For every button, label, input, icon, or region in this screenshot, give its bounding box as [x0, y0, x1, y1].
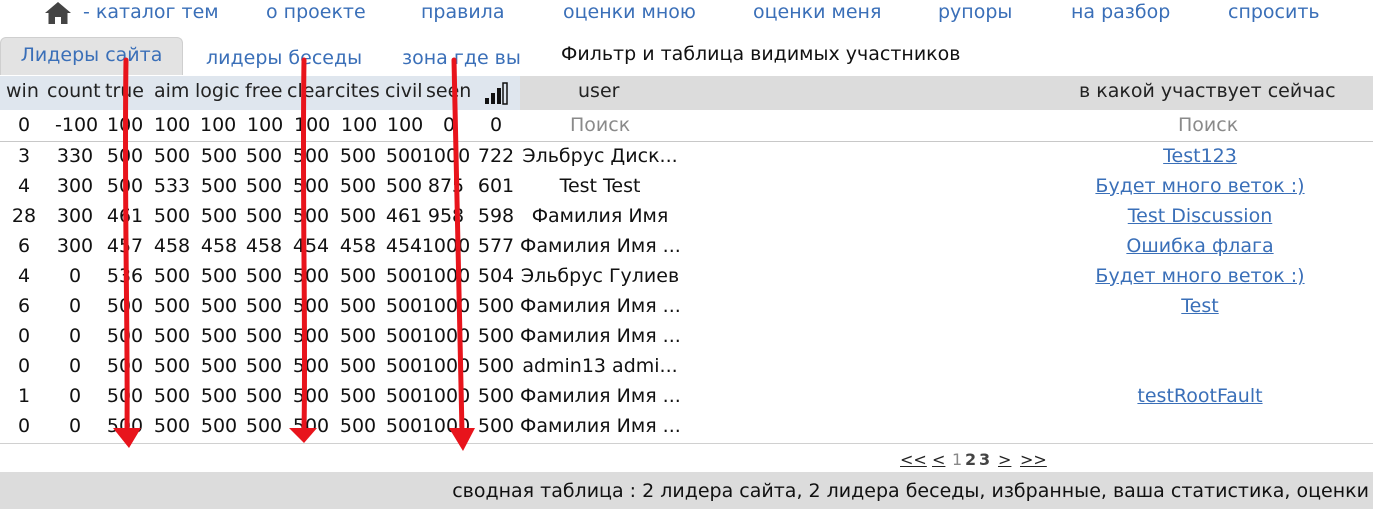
discussion-link[interactable]: testRootFault	[1000, 385, 1373, 407]
cell-: 500	[477, 325, 515, 347]
cell-: 722	[477, 145, 515, 167]
search-user-input[interactable]: Поиск	[570, 114, 630, 136]
nav-rules[interactable]: правила	[421, 0, 504, 26]
discussion-link[interactable]: Будет много веток :)	[1000, 175, 1373, 197]
tab-discussion-leaders[interactable]: лидеры беседы	[206, 41, 362, 79]
table-row: 0 0 500 500 500 500 500 500 500 1000 500 Фамилия Им…	[0, 412, 1373, 442]
user-name[interactable]: Фамилия Имя ...	[520, 385, 681, 407]
col-civil[interactable]: civil	[385, 80, 423, 102]
pager-next[interactable]: >	[998, 450, 1011, 469]
pager-last[interactable]: >>	[1020, 450, 1047, 469]
col-win[interactable]: win	[6, 80, 39, 102]
cell-: 500	[477, 385, 515, 407]
discussion-link[interactable]: Ошибка флага	[1000, 235, 1373, 257]
table-row: 0 0 500 500 500 500 500 500 500 1000 500 Фамилия Им…	[0, 322, 1373, 352]
table-header: win count true aim logic free clear cite…	[0, 76, 1373, 110]
filter-win[interactable]: 0	[18, 114, 30, 136]
user-name[interactable]: Фамилия Имя ...	[520, 325, 681, 347]
filter-aim[interactable]: 100	[154, 114, 190, 136]
user-name[interactable]: Фамилия Имя ...	[520, 235, 681, 257]
discussion-link[interactable]: Test	[1000, 295, 1373, 317]
col-count[interactable]: count	[47, 80, 101, 102]
pager: << < 1 2 3 > >>	[0, 450, 1373, 472]
user-name[interactable]: admin13 admi...	[520, 355, 680, 377]
filter-rating[interactable]: 0	[490, 114, 502, 136]
footer-summary: сводная таблица : 2 лидера сайта, 2 лиде…	[452, 480, 1369, 502]
col-logic[interactable]: logic	[195, 80, 240, 102]
tab-site-leaders[interactable]: Лидеры сайта	[0, 37, 183, 75]
user-name[interactable]: Эльбрус Диск...	[520, 145, 680, 167]
cell-: 598	[477, 205, 515, 227]
filter-seen[interactable]: 0	[443, 114, 455, 136]
user-name[interactable]: Фамилия Имя ...	[520, 295, 681, 317]
filter-clear[interactable]: 100	[294, 114, 330, 136]
filter-row: 0 -100 100 100 100 100 100 100 100 0 0 П…	[0, 110, 1373, 142]
panel-title: Фильтр и таблица видимых участников	[561, 43, 961, 65]
filter-civil[interactable]: 100	[387, 114, 423, 136]
cell-: 504	[477, 265, 515, 287]
search-discussion-input[interactable]: Поиск	[1178, 114, 1238, 136]
table-row: 28 300 461 500 500 500 500 500 461 958 598 Фамилия …	[0, 202, 1373, 232]
user-name[interactable]: Фамилия Имя ...	[520, 415, 681, 437]
table-row: 3 330 500 500 500 500 500 500 500 1000 722 Эльбрус …	[0, 142, 1373, 172]
col-seen[interactable]: seen	[426, 80, 471, 102]
table-row: 1 0 500 500 500 500 500 500 500 1000 500 Фамилия Им…	[0, 382, 1373, 412]
col-true[interactable]: true	[105, 80, 144, 102]
nav-about[interactable]: о проекте	[266, 0, 366, 26]
nav-my-ratings[interactable]: оценки мною	[563, 0, 696, 26]
tab-your-zone[interactable]: зона где вы	[402, 41, 521, 79]
nav-catalog[interactable]: - каталог тем	[83, 0, 219, 26]
col-free[interactable]: free	[245, 80, 282, 102]
filter-logic[interactable]: 100	[200, 114, 236, 136]
cell-: 500	[477, 415, 515, 437]
user-name[interactable]: Фамилия Имя	[520, 205, 680, 227]
cell-: 601	[477, 175, 515, 197]
top-nav: - каталог тем о проекте правила оценки м…	[0, 0, 1373, 28]
discussion-link[interactable]: Test123	[1000, 145, 1373, 167]
nav-review[interactable]: на разбор	[1071, 0, 1170, 26]
nav-ask[interactable]: спросить	[1228, 0, 1320, 26]
table-row: 6 0 500 500 500 500 500 500 500 1000 500 Фамилия Им…	[0, 292, 1373, 322]
cell-: 500	[477, 295, 515, 317]
cell-: 577	[477, 235, 515, 257]
filter-count[interactable]: -100	[55, 114, 98, 136]
user-name[interactable]: Эльбрус Гулиев	[520, 265, 680, 287]
bar-chart-icon[interactable]	[484, 82, 508, 111]
table-row: 4 300 500 533 500 500 500 500 500 875 601 Test Test…	[0, 172, 1373, 202]
col-discussion[interactable]: в какой участвует сейчас	[1079, 80, 1336, 102]
discussion-link[interactable]: Будет много веток :)	[1000, 265, 1373, 287]
table-row: 4 0 536 500 500 500 500 500 500 1000 504 Эльбрус Гу…	[0, 262, 1373, 292]
col-clear[interactable]: clear	[287, 80, 334, 102]
filter-cites[interactable]: 100	[341, 114, 377, 136]
pager-prev[interactable]: <	[932, 450, 945, 469]
pager-page-2[interactable]: 2	[965, 450, 976, 469]
discussion-link[interactable]: Test Discussion	[1000, 205, 1373, 227]
cell-: 500	[477, 355, 515, 377]
pager-page-3[interactable]: 3	[979, 450, 990, 469]
col-user[interactable]: user	[578, 80, 619, 102]
table-row: 6 300 457 458 458 458 454 458 454 1000 577 Фамилия …	[0, 232, 1373, 262]
table-row: 0 0 500 500 500 500 500 500 500 1000 500 admin13 ad…	[0, 352, 1373, 382]
pager-first[interactable]: <<	[900, 450, 927, 469]
filter-free[interactable]: 100	[247, 114, 283, 136]
nav-ratings-of-me[interactable]: оценки меня	[753, 0, 881, 26]
nav-megaphones[interactable]: рупоры	[938, 0, 1012, 26]
user-name[interactable]: Test Test	[520, 175, 680, 197]
tabs-bar: Лидеры сайта лидеры беседы зона где вы Ф…	[0, 37, 1373, 77]
col-aim[interactable]: aim	[154, 80, 189, 102]
filter-true[interactable]: 100	[107, 114, 143, 136]
home-icon[interactable]	[44, 1, 74, 25]
col-cites[interactable]: cites	[335, 80, 380, 102]
divider	[0, 443, 1373, 444]
pager-page-1[interactable]: 1	[952, 450, 962, 469]
footer: сводная таблица : 2 лидера сайта, 2 лиде…	[0, 472, 1373, 509]
